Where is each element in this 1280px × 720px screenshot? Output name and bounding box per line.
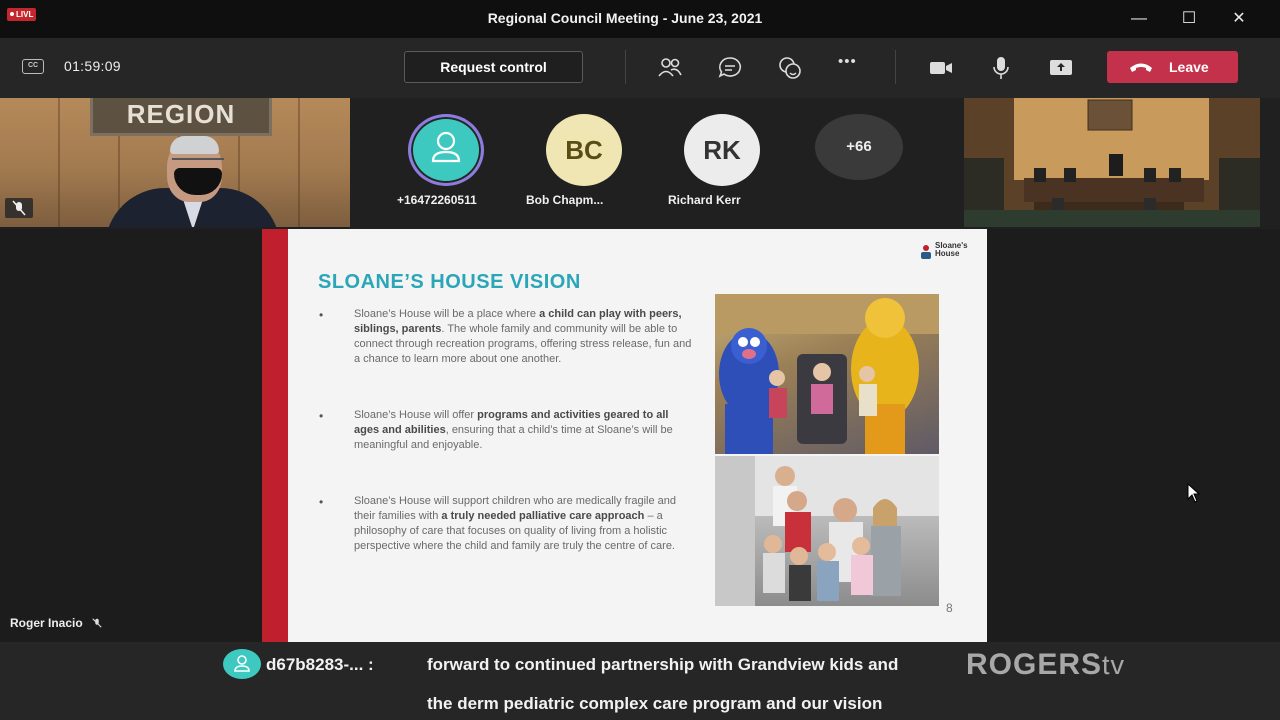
presenter-name: Roger Inacio (10, 616, 104, 630)
meeting-timer: 01:59:09 (64, 58, 121, 74)
maximize-button[interactable]: ☐ (1174, 6, 1204, 32)
slide-side-bar (262, 229, 288, 642)
participant-strip: REGION +16472260511 BC Bob Chapm... RK R… (0, 98, 1280, 303)
logo-text: Sloane's House (935, 241, 968, 258)
slide-paragraph-1: Sloane’s House will be a place where a c… (354, 308, 692, 365)
captions-icon[interactable]: CC (22, 59, 44, 74)
photo-family-group (715, 456, 939, 606)
rogers-tv-watermark: ROGERStv (966, 648, 1126, 681)
slide-page-number: 8 (946, 601, 953, 615)
slide-paragraph-3: Sloane’s House will support children who… (354, 495, 677, 552)
bullet-marker: • (319, 308, 324, 322)
title-bar: LIVL Regional Council Meeting - June 23,… (0, 0, 1280, 38)
caption-speaker-avatar (223, 649, 261, 679)
request-control-button[interactable]: Request control (404, 51, 583, 83)
photo-characters-with-children (715, 294, 939, 454)
bullet-marker: • (319, 409, 324, 423)
avatar: RK (684, 114, 760, 186)
participant-name: Bob Chapm... (526, 193, 604, 207)
camera-icon[interactable] (928, 55, 954, 81)
mic-muted-icon (92, 618, 102, 628)
leave-button[interactable]: Leave (1107, 51, 1238, 83)
microphone-icon[interactable] (988, 55, 1014, 81)
caption-text-line: forward to continued partnership with Gr… (427, 655, 899, 674)
stage-right-panel (987, 229, 1280, 642)
shared-slide: Sloane's House SLOANE’S HOUSE VISION • S… (262, 229, 987, 642)
toolbar-divider (625, 50, 626, 84)
participant-richard[interactable]: RK (677, 114, 767, 186)
share-screen-icon[interactable] (1048, 55, 1074, 81)
phone-hangup-icon (1130, 63, 1152, 72)
mic-muted-icon (5, 198, 33, 218)
more-options-icon[interactable]: ••• (838, 53, 857, 70)
mouse-cursor-icon (1187, 483, 1201, 503)
avatar (408, 114, 484, 186)
participant-name: Richard Kerr (668, 193, 741, 207)
council-room-scene (964, 98, 1260, 227)
bullet-marker: • (319, 495, 324, 509)
stage-left-panel (0, 229, 262, 642)
close-button[interactable]: ✕ (1224, 6, 1254, 32)
video-tile-roger[interactable]: REGION (0, 98, 350, 227)
leave-label: Leave (1169, 59, 1209, 75)
participant-phone[interactable] (401, 114, 491, 186)
participant-overflow[interactable]: +66 (814, 114, 904, 186)
people-icon[interactable] (657, 55, 683, 81)
caption-text-line: the derm pediatric complex care program … (427, 694, 883, 713)
overflow-count: +66 (815, 114, 903, 180)
participant-name: +16472260511 (397, 193, 477, 207)
window-title: Regional Council Meeting - June 23, 2021 (487, 10, 763, 26)
reactions-icon[interactable] (777, 55, 803, 81)
meeting-toolbar: CC 01:59:09 Request control ••• Leave (0, 38, 1280, 98)
region-sign: REGION (90, 98, 272, 136)
slide-title: SLOANE’S HOUSE VISION (318, 271, 581, 293)
speaker-glasses (172, 158, 224, 164)
chat-icon[interactable] (717, 55, 743, 81)
toolbar-divider (895, 50, 896, 84)
slide-paragraph-2: Sloane’s House will offer programs and a… (354, 409, 673, 451)
video-tile-council-room[interactable] (964, 98, 1260, 227)
minimize-button[interactable]: — (1124, 6, 1154, 32)
avatar: BC (546, 114, 622, 186)
caption-speaker-name: d67b8283-... : (266, 655, 374, 674)
person-icon (431, 131, 461, 163)
participant-bob[interactable]: BC (539, 114, 629, 186)
speaker-hair (170, 136, 219, 154)
